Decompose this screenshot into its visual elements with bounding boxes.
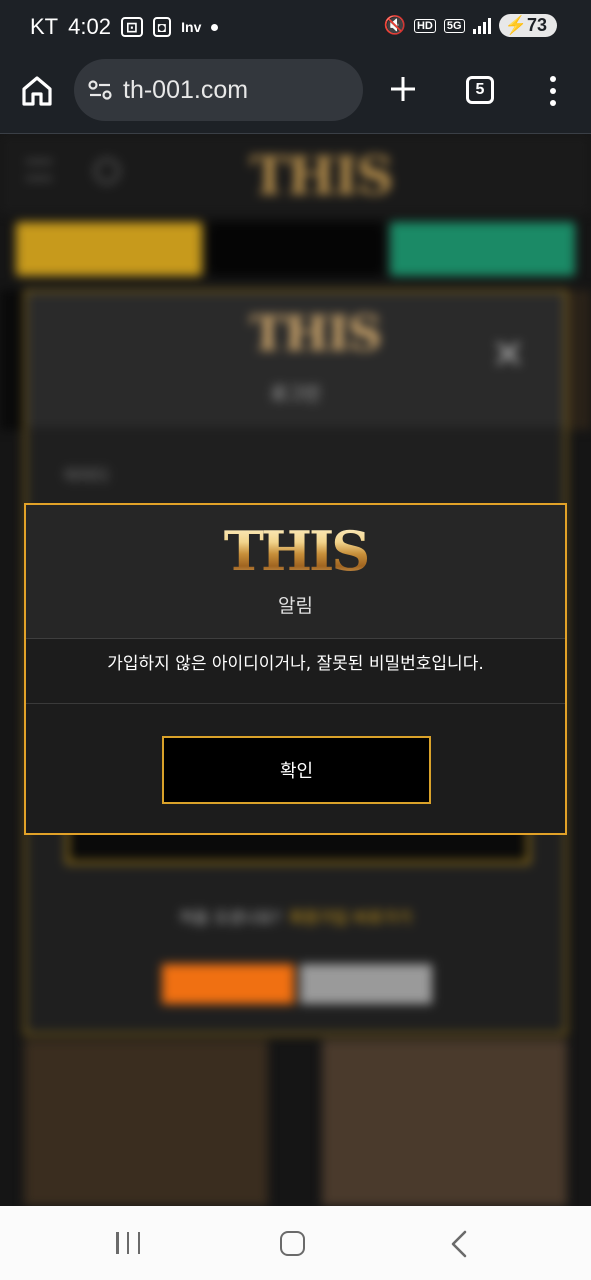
login-modal-logo: THIS	[250, 306, 382, 362]
more-notifications-dot-icon	[211, 23, 219, 31]
browser-toolbar: th-001.com 5	[0, 56, 591, 134]
customer-center-button	[300, 964, 432, 1004]
confirm-button[interactable]: 확인	[162, 736, 431, 804]
header-telegram-button	[390, 222, 575, 276]
clock: 4:02	[68, 14, 111, 39]
url-text: th-001.com	[123, 75, 249, 104]
side-banner-right	[567, 290, 591, 430]
system-nav-bar	[0, 1206, 591, 1280]
find-password-button	[162, 964, 294, 1004]
app-notification-icon: ◘	[152, 17, 172, 37]
carrier-label: KT	[30, 14, 59, 39]
first-visit-label: 처음 오셨나요?	[179, 908, 282, 927]
site-settings-icon[interactable]	[87, 77, 113, 103]
network-type-icon: 5G	[443, 18, 465, 33]
tab-switcher-button[interactable]: 5	[466, 76, 494, 104]
alert-logo: THIS	[26, 521, 565, 581]
site-logo: THIS	[250, 146, 394, 207]
screenshot-icon: ⊡	[120, 17, 143, 37]
alert-message: 가입하지 않은 아이디이거나, 잘못된 비밀번호입니다.	[107, 654, 484, 674]
status-bar: KT 4:02 ⊡ ◘ Inv 🔇 HD 5G ⚡73	[0, 0, 591, 56]
game-thumbnail-2	[322, 1040, 567, 1206]
home-icon[interactable]	[20, 74, 54, 108]
alert-header: THIS 알림	[26, 505, 565, 639]
close-icon: ✕	[491, 332, 525, 378]
divider	[26, 703, 565, 704]
side-banner-left	[0, 290, 24, 430]
signup-link: 회원가입 바로가기	[289, 908, 412, 927]
address-bar[interactable]: th-001.com	[74, 59, 363, 121]
status-right: 🔇 HD 5G ⚡73	[384, 14, 557, 37]
browser-menu-icon[interactable]	[546, 76, 560, 106]
header-signup-button	[208, 222, 384, 276]
refresh-icon	[94, 158, 120, 184]
header-login-button	[16, 222, 202, 276]
home-nav-icon[interactable]	[280, 1231, 305, 1256]
login-modal-title: 로그인	[270, 384, 321, 405]
battery-level: 73	[526, 15, 547, 35]
battery-icon: ⚡73	[498, 14, 557, 37]
site-header: THIS	[0, 134, 591, 214]
id-field-label: 아이디	[64, 466, 109, 485]
alert-dialog: THIS 알림 가입하지 않은 아이디이거나, 잘못된 비밀번호입니다. 확인	[24, 503, 567, 835]
first-visit-text: 처음 오셨나요? 회원가입 바로가기	[26, 904, 565, 928]
login-modal-header: THIS 로그인 ✕	[26, 292, 565, 427]
inv-notification-icon: Inv	[181, 19, 202, 35]
alert-title: 알림	[278, 595, 313, 617]
new-tab-icon[interactable]	[388, 74, 418, 104]
mute-icon: 🔇	[383, 15, 406, 35]
hamburger-icon	[26, 160, 52, 180]
back-icon[interactable]	[448, 1230, 470, 1258]
recent-apps-icon[interactable]	[116, 1232, 140, 1254]
signal-icon	[472, 17, 491, 34]
status-left: KT 4:02 ⊡ ◘ Inv	[30, 14, 219, 40]
hd-icon: HD	[413, 18, 436, 33]
game-thumbnail-1	[24, 1040, 268, 1206]
